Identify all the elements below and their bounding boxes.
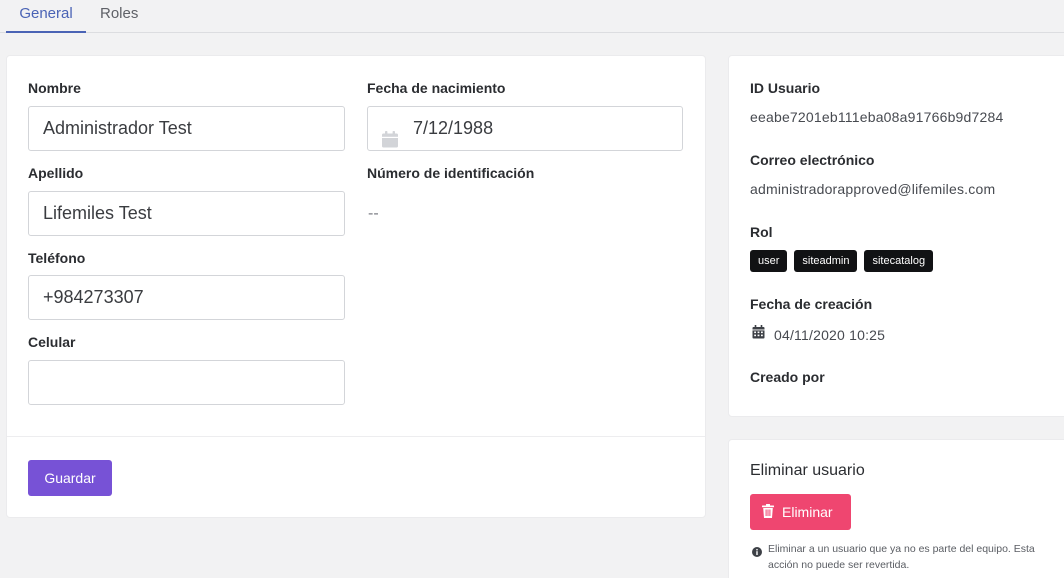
creado-por-label: Creado por [750, 369, 825, 385]
celular-label: Celular [28, 334, 76, 350]
delete-note-text: Eliminar a un usuario que ya no es parte… [768, 543, 1035, 571]
fecha-nacimiento-label: Fecha de nacimiento [367, 80, 506, 96]
nombre-input[interactable] [28, 106, 345, 151]
calendar-icon [381, 121, 399, 148]
numero-identificacion-value: -- [368, 205, 379, 222]
apellido-label: Apellido [28, 165, 84, 181]
user-form-card: Nombre Fecha de nacimiento 7/12/1988 Ape… [6, 55, 706, 518]
email-value: administradorapproved@lifemiles.com [750, 181, 996, 197]
delete-button-label: Eliminar [782, 504, 833, 520]
rol-label: Rol [750, 224, 773, 240]
numero-identificacion-label: Número de identificación [367, 165, 535, 181]
id-usuario-value: eeabe7201eb111eba08a91766b9d7284 [750, 109, 1004, 125]
delete-user-title: Eliminar usuario [750, 462, 865, 479]
telefono-label: Teléfono [28, 250, 86, 266]
fecha-creacion-value: 04/11/2020 10:25 [774, 326, 886, 343]
nombre-label: Nombre [28, 80, 81, 96]
role-badge-sitecatalog: sitecatalog [864, 250, 934, 272]
delete-user-card: Eliminar usuario Eliminar Eliminar a un … [728, 439, 1064, 578]
calendar-icon [752, 325, 765, 344]
tab-roles[interactable]: Roles [100, 0, 138, 33]
fecha-creacion-label: Fecha de creación [750, 296, 873, 312]
form-divider [7, 436, 705, 437]
id-usuario-label: ID Usuario [750, 80, 821, 96]
role-badge-user: user [750, 250, 788, 272]
delete-note: Eliminar a un usuario que ya no es parte… [752, 541, 1052, 573]
save-button[interactable]: Guardar [28, 460, 112, 496]
role-badges: user siteadmin sitecatalog [750, 250, 934, 272]
tab-general[interactable]: General [6, 0, 86, 33]
email-label: Correo electrónico [750, 152, 875, 168]
apellido-input[interactable] [28, 191, 345, 236]
fecha-creacion-row: 04/11/2020 10:25 [752, 325, 885, 344]
fecha-nacimiento-value: 7/12/1988 [413, 118, 494, 138]
telefono-input[interactable] [28, 275, 345, 320]
delete-button[interactable]: Eliminar [750, 494, 851, 530]
tab-bar: General Roles [0, 0, 1064, 33]
info-icon [752, 544, 762, 573]
role-badge-siteadmin: siteadmin [794, 250, 858, 272]
fecha-nacimiento-input[interactable]: 7/12/1988 [367, 106, 683, 151]
celular-input[interactable] [28, 360, 345, 405]
trash-icon [762, 503, 774, 521]
user-info-card: ID Usuario eeabe7201eb111eba08a91766b9d7… [728, 55, 1064, 417]
